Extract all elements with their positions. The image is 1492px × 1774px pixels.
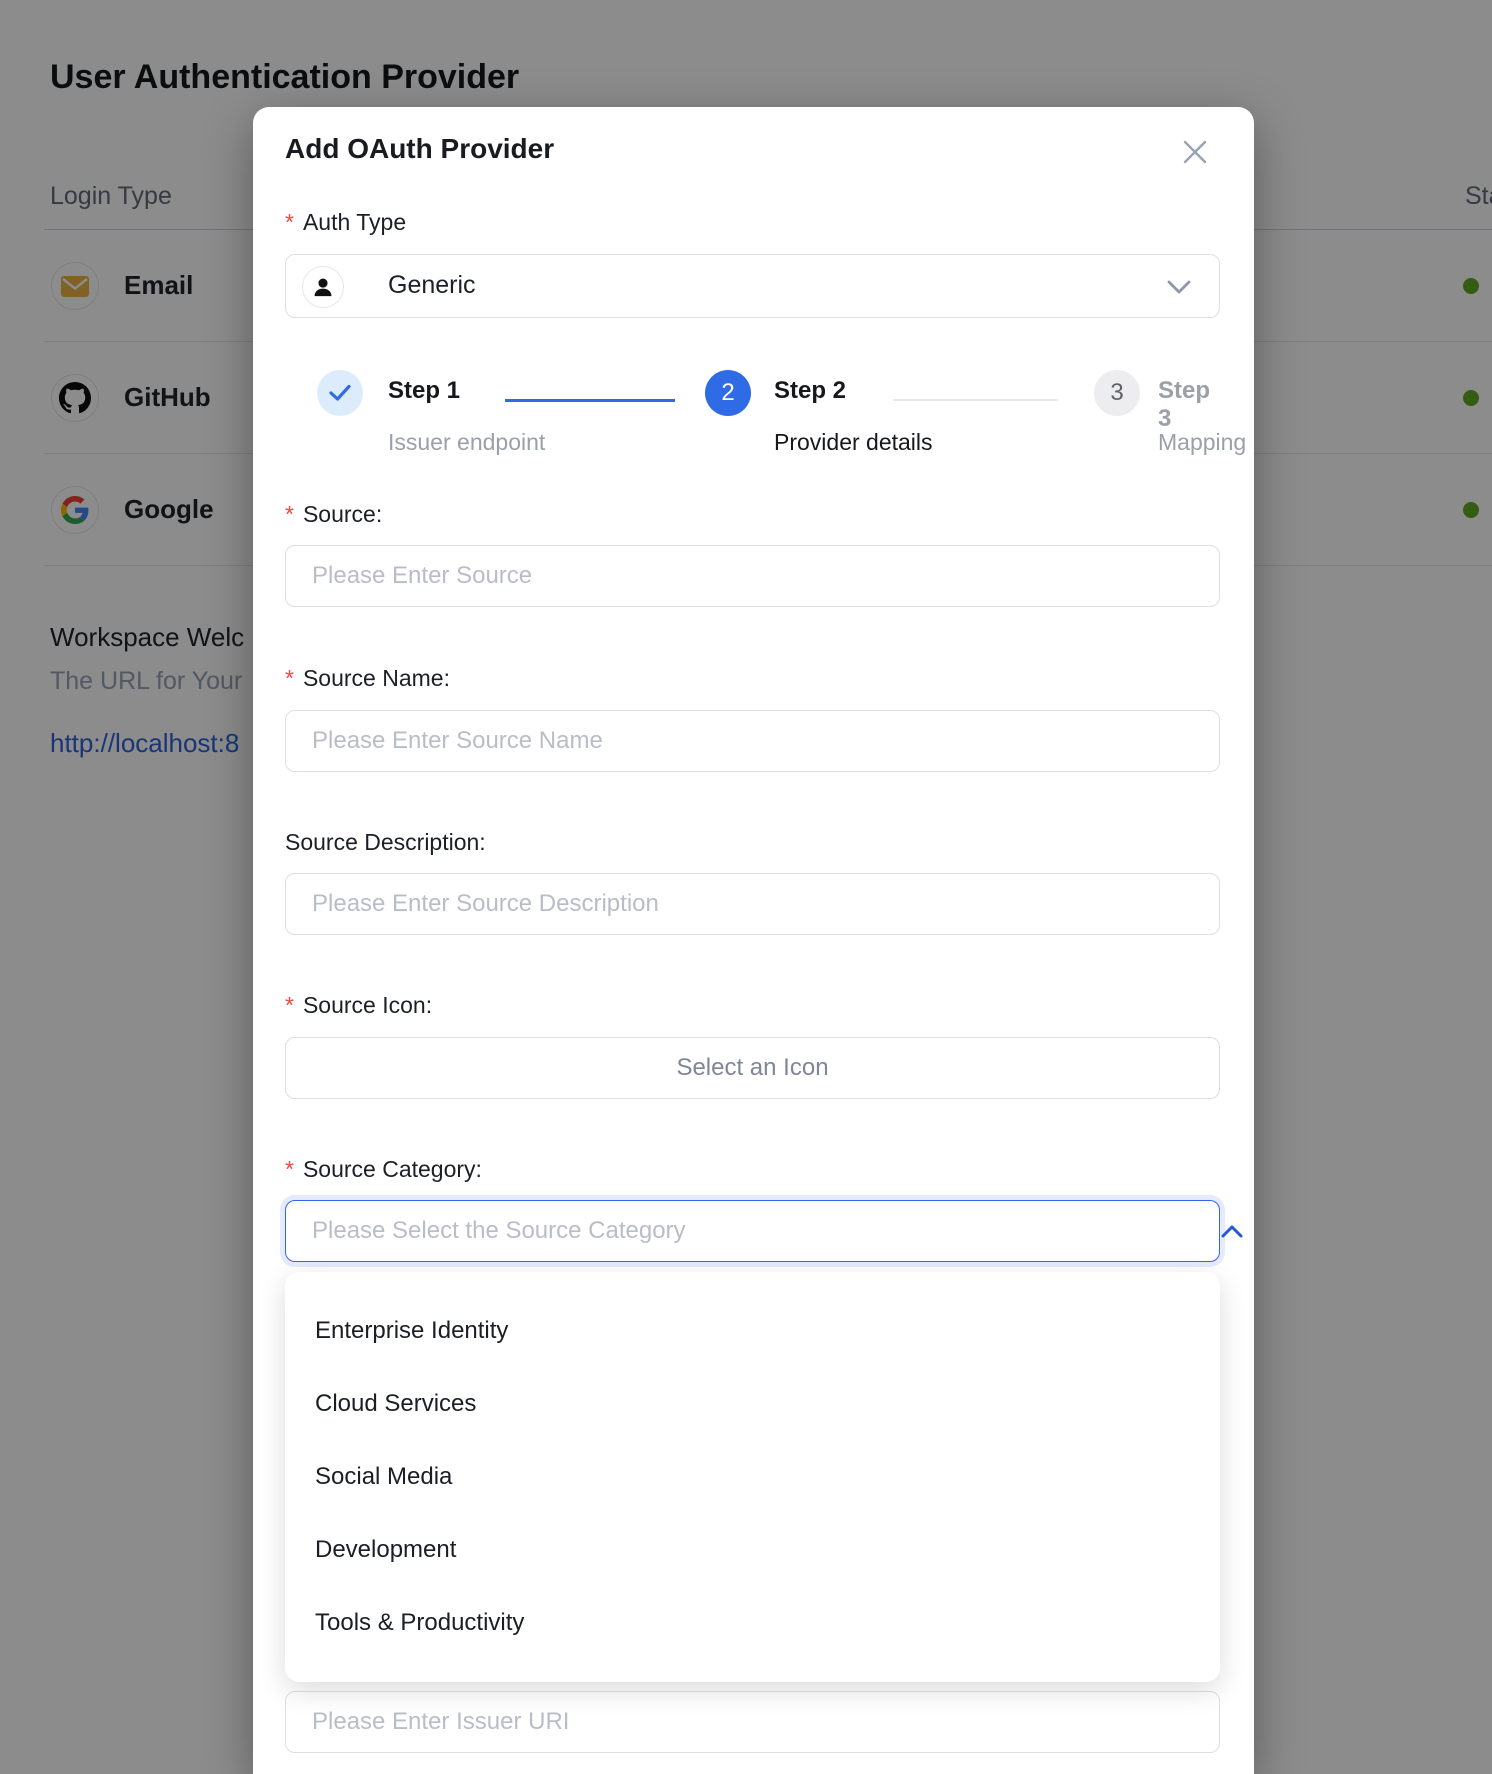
- source-description-input[interactable]: [285, 873, 1220, 935]
- add-oauth-provider-modal: Add OAuth Provider * Auth Type Generic: [253, 107, 1254, 1774]
- source-label: * Source:: [285, 501, 382, 528]
- step1-subtitle: Issuer endpoint: [388, 429, 545, 456]
- dropdown-option[interactable]: Social Media: [285, 1440, 1220, 1513]
- screen: User Authentication Provider Login Type …: [0, 0, 1492, 1774]
- step-indicator: Step 1 2 Step 2 3 Step 3 Issuer endpoint…: [285, 370, 1222, 470]
- generic-user-icon: [302, 266, 344, 308]
- source-category-label: * Source Category:: [285, 1156, 482, 1183]
- source-input[interactable]: [285, 545, 1220, 607]
- chevron-up-icon: [1221, 1224, 1243, 1243]
- source-name-input[interactable]: [285, 710, 1220, 772]
- auth-type-label: * Auth Type: [285, 209, 406, 236]
- issuer-uri-input[interactable]: [285, 1691, 1220, 1753]
- step3-label: Step 3: [1158, 377, 1222, 433]
- step2-number: 2: [705, 370, 751, 416]
- required-marker: *: [285, 209, 294, 236]
- step1-label: Step 1: [388, 377, 460, 405]
- dropdown-option[interactable]: Tools & Productivity: [285, 1586, 1220, 1659]
- select-icon-button[interactable]: Select an Icon: [285, 1037, 1220, 1099]
- category-dropdown-menu: Enterprise Identity Cloud Services Socia…: [285, 1272, 1220, 1682]
- source-icon-label: * Source Icon:: [285, 992, 432, 1019]
- step3-subtitle: Mapping: [1158, 429, 1246, 456]
- step-connector-active: [505, 399, 675, 402]
- auth-type-select[interactable]: Generic: [285, 254, 1220, 318]
- step3-number: 3: [1094, 370, 1140, 416]
- step2-subtitle: Provider details: [774, 429, 933, 456]
- source-description-label: Source Description:: [285, 829, 486, 856]
- modal-title: Add OAuth Provider: [285, 133, 554, 165]
- chevron-down-icon: [1167, 280, 1191, 300]
- dropdown-option[interactable]: Cloud Services: [285, 1367, 1220, 1440]
- dropdown-option[interactable]: Enterprise Identity: [285, 1294, 1220, 1367]
- close-icon[interactable]: [1178, 135, 1212, 169]
- step1-check-icon: [317, 370, 363, 416]
- source-category-select[interactable]: [285, 1200, 1220, 1262]
- step-connector: [893, 399, 1058, 401]
- source-name-label: * Source Name:: [285, 665, 450, 692]
- auth-type-value: Generic: [388, 271, 476, 300]
- step2-label: Step 2: [774, 377, 846, 405]
- dropdown-option[interactable]: Development: [285, 1513, 1220, 1586]
